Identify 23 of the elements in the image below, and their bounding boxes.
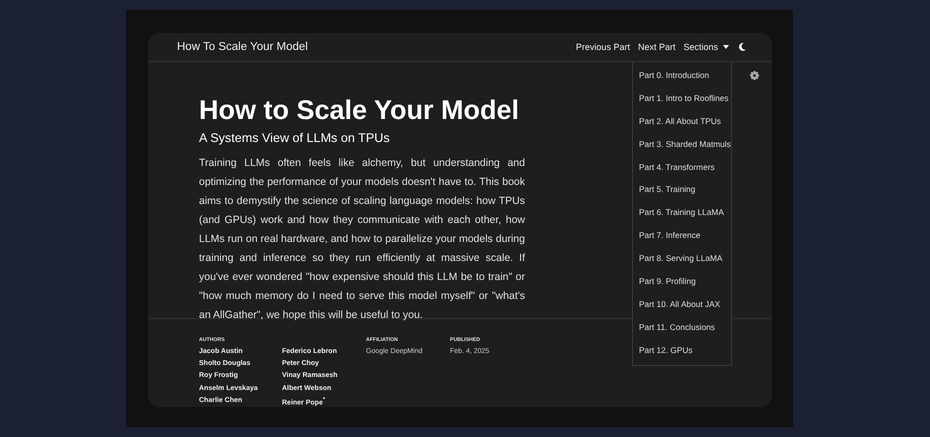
menu-item[interactable]: Part 5. Training	[633, 178, 731, 202]
menu-item[interactable]: Part 7. Inference	[633, 224, 731, 248]
settings-icon[interactable]	[750, 71, 759, 80]
caret-icon	[723, 45, 729, 49]
nav-link[interactable]: Next Part	[638, 42, 676, 52]
menu-item[interactable]: Part 0. Introduction	[633, 64, 731, 87]
menu-item[interactable]: Part 4. Transformers	[633, 156, 731, 178]
menu-item[interactable]: Part 8. Serving LLaMA	[633, 247, 731, 270]
intro-paragraph: Training LLMs often feels like alchemy, but understanding and optimizing the performance of your models doesn't have to. This book aims to demystify the science of scaling language models: how TPUs (and GPUs) work and how they communicate with each other, how LLMs run on real hardware, and how to parallelize your models during training and inference so they run efficiently at massive scale. If you've ever wondered "how expensive should this LLM be to train" or "how much memory do I need to serve this model myself" or "what's an AllGather", we hope this will be useful to you.	[199, 156, 525, 323]
menu-item[interactable]: Part 11. Conclusions	[633, 316, 731, 339]
menu-item[interactable]: Part 6. Training LLaMA	[633, 201, 731, 224]
nav-link[interactable]: Previous Part	[576, 42, 630, 52]
moon-icon[interactable]	[739, 43, 746, 51]
page-subtitle: A Systems View of LLMs on TPUs	[199, 131, 390, 145]
menu-item[interactable]: Part 9. Profiling	[633, 270, 731, 293]
menu-item[interactable]: Part 1. Intro to Rooflines	[633, 86, 731, 110]
page-title: How to Scale Your Model	[199, 95, 520, 126]
menu-item[interactable]: Part 3. Sharded Matmuls	[633, 132, 731, 156]
menu-item[interactable]: Part 12. GPUs	[633, 338, 731, 362]
menu-item[interactable]: Part 2. All About TPUs	[633, 110, 731, 133]
menu-item[interactable]: Part 10. All About JAX	[633, 292, 731, 316]
sections-button[interactable]: Sections	[683, 42, 729, 52]
site-title[interactable]: How To Scale Your Model	[177, 41, 568, 53]
